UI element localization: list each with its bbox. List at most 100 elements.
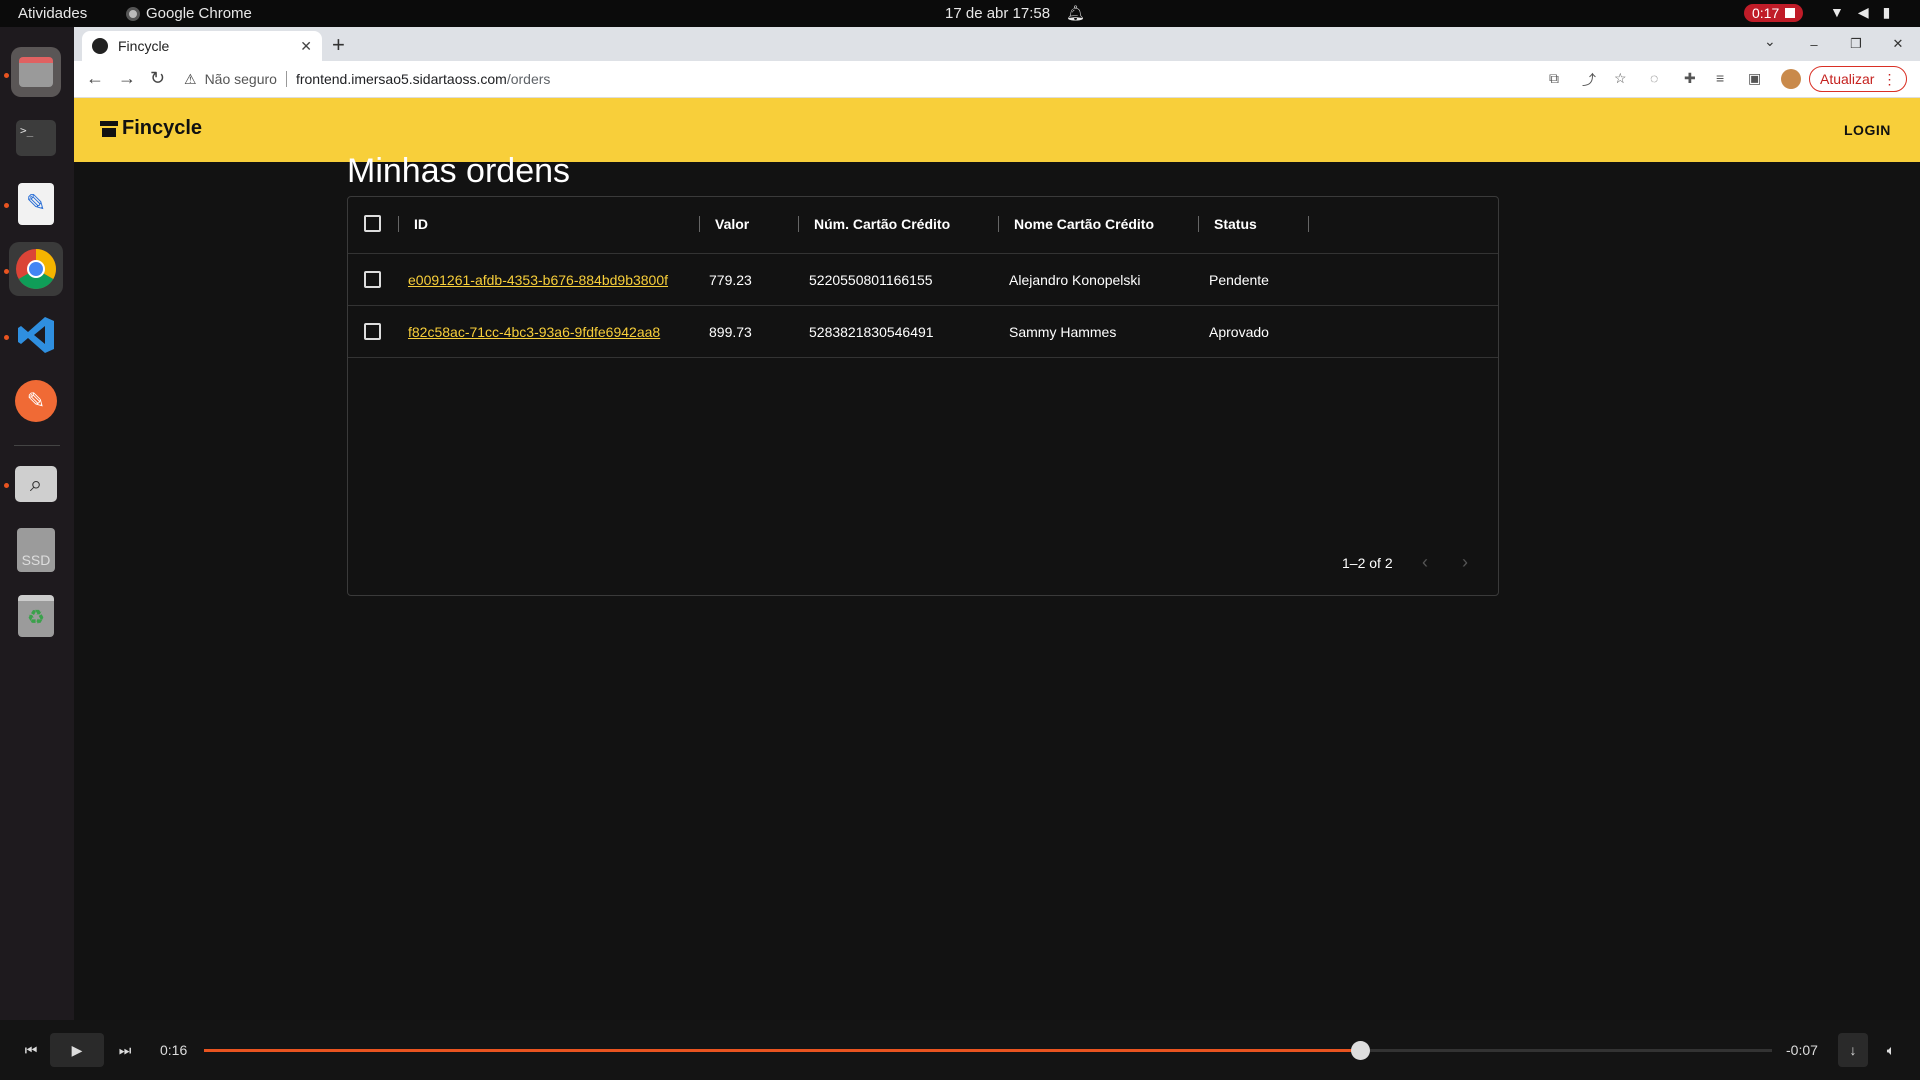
insomnia-icon[interactable]: ✎ — [11, 376, 61, 426]
new-tab-icon[interactable]: + — [332, 32, 345, 58]
grid-header: ID Valor Núm. Cartão Crédito Nome Cartão… — [348, 197, 1498, 253]
grid-footer: 1–2 of 2 ‹ › — [348, 546, 1498, 596]
column-header-card-number[interactable]: Núm. Cartão Crédito — [814, 216, 950, 232]
previous-page-icon[interactable]: ‹ — [1422, 552, 1428, 573]
recording-time: 0:17 — [1752, 5, 1780, 21]
row-checkbox[interactable] — [364, 323, 381, 340]
select-all-checkbox[interactable] — [364, 215, 381, 232]
back-icon[interactable]: ← — [86, 68, 104, 89]
video-player-controls: ⏮ ▶ ⏭ 0:16 -0:07 ↓ 🔈︎ — [0, 1020, 1920, 1080]
text-editor-icon[interactable]: ✎ — [11, 179, 61, 229]
share-icon[interactable]: ⤴ — [1582, 70, 1596, 90]
more-menu-icon[interactable]: ⋮ — [1882, 71, 1896, 88]
running-indicator — [4, 203, 9, 208]
profile-avatar[interactable] — [1781, 69, 1801, 89]
media-queue-icon[interactable]: ≡ — [1716, 70, 1724, 86]
column-separator[interactable] — [998, 216, 999, 232]
remaining-time: -0:07 — [1786, 1042, 1818, 1058]
tab-search-chevron-icon[interactable]: ⌄ — [1764, 33, 1776, 50]
browser-tab[interactable]: Fincycle ✕ — [82, 31, 322, 61]
bookmark-star-icon[interactable]: ☆ — [1614, 70, 1627, 87]
tab-favicon-icon — [92, 38, 108, 54]
column-separator[interactable] — [1198, 216, 1199, 232]
orders-data-grid: ID Valor Núm. Cartão Crédito Nome Cartão… — [347, 196, 1499, 596]
terminal-icon[interactable]: >_ — [11, 113, 61, 163]
table-row[interactable]: f82c58ac-71cc-4bc3-93a6-9fdfe6942aa8 899… — [348, 305, 1498, 357]
order-valor: 779.23 — [709, 272, 752, 288]
wifi-icon: ▼ — [1830, 4, 1844, 20]
order-status: Pendente — [1209, 272, 1269, 288]
column-header-id[interactable]: ID — [414, 216, 428, 232]
chrome-logo-icon — [16, 249, 56, 289]
update-chrome-button[interactable]: Atualizar ⋮ — [1809, 66, 1908, 92]
files-icon[interactable] — [11, 47, 61, 97]
order-card-name: Sammy Hammes — [1009, 324, 1117, 340]
update-label: Atualizar — [1820, 71, 1875, 87]
side-panel-icon[interactable]: ▣ — [1748, 70, 1761, 87]
column-separator[interactable] — [1308, 216, 1309, 232]
forward-icon[interactable]: → — [118, 68, 136, 89]
skip-back-icon[interactable]: ⏮ — [14, 1033, 48, 1067]
chrome-icon[interactable] — [9, 242, 63, 296]
store-icon — [100, 120, 118, 137]
window-controls: – ❐ ✕ — [1804, 34, 1908, 54]
order-id-link[interactable]: e0091261-afdb-4353-b676-884bd9b3800f — [408, 272, 668, 288]
order-status: Aprovado — [1209, 324, 1269, 340]
row-checkbox[interactable] — [364, 271, 381, 288]
activities-button[interactable]: Atividades — [18, 5, 87, 22]
running-indicator — [4, 335, 9, 340]
elapsed-time: 0:16 — [160, 1042, 188, 1058]
play-icon[interactable]: ▶ — [50, 1033, 104, 1067]
screen-recording-indicator[interactable]: 0:17 — [1744, 4, 1804, 22]
order-card-number: 5283821830546491 — [809, 324, 934, 340]
chrome-window: Fincycle ✕ + ⌄ – ❐ ✕ ← → ↻ ⚠ Não seguro … — [74, 27, 1920, 1020]
brand-logo[interactable]: Fincycle — [100, 117, 202, 140]
translate-icon[interactable]: ⧉ — [1549, 70, 1559, 87]
volume-mute-icon[interactable]: 🔈︎ — [1876, 1033, 1906, 1067]
pagination-info: 1–2 of 2 — [1342, 555, 1393, 571]
url-host: frontend.imersao5.sidartaoss.com — [295, 71, 507, 87]
column-header-card-name[interactable]: Nome Cartão Crédito — [1014, 216, 1154, 232]
column-header-status[interactable]: Status — [1214, 216, 1257, 232]
table-row[interactable]: e0091261-afdb-4353-b676-884bd9b3800f 779… — [348, 253, 1498, 305]
warning-icon: ⚠ — [184, 70, 197, 87]
ssd-drive-icon[interactable]: SSD — [11, 525, 61, 575]
seek-handle[interactable] — [1350, 1041, 1370, 1060]
restore-icon[interactable]: ❐ — [1846, 34, 1866, 54]
extension-circle-icon[interactable]: ◌ — [1650, 70, 1658, 86]
column-header-valor[interactable]: Valor — [715, 216, 749, 232]
skip-forward-icon[interactable]: ⏭ — [108, 1033, 142, 1067]
tab-strip: Fincycle ✕ + ⌄ – ❐ ✕ — [74, 27, 1920, 61]
browser-toolbar: ← → ↻ ⚠ Não seguro frontend.imersao5.sid… — [74, 61, 1920, 98]
trash-icon[interactable]: ♻ — [11, 591, 61, 641]
page-title: Minhas ordens — [347, 152, 571, 190]
app-menu-label: Google Chrome — [146, 5, 252, 22]
playlist-icon[interactable]: ↓ — [1838, 1033, 1868, 1067]
column-separator[interactable] — [798, 216, 799, 232]
seek-bar[interactable] — [204, 1041, 1772, 1060]
clock[interactable]: 17 de abr 17:58 — [945, 5, 1050, 22]
image-viewer-icon[interactable]: ⌕ — [11, 459, 61, 509]
volume-icon: ◀ — [1857, 4, 1869, 20]
running-indicator — [4, 73, 9, 78]
row-divider — [348, 357, 1498, 358]
column-separator[interactable] — [699, 216, 700, 232]
next-page-icon[interactable]: › — [1462, 552, 1468, 573]
order-id-link[interactable]: f82c58ac-71cc-4bc3-93a6-9fdfe6942aa8 — [408, 324, 660, 340]
app-menu[interactable]: Google Chrome — [126, 5, 252, 22]
vscode-icon[interactable] — [11, 310, 61, 360]
close-window-icon[interactable]: ✕ — [1888, 34, 1908, 54]
brand-name: Fincycle — [122, 117, 203, 139]
column-separator — [398, 216, 399, 232]
login-button[interactable]: LOGIN — [1844, 122, 1891, 138]
close-tab-icon[interactable]: ✕ — [300, 38, 312, 55]
extensions-puzzle-icon[interactable]: ✚ — [1684, 70, 1696, 87]
reload-icon[interactable]: ↻ — [150, 68, 165, 89]
address-bar[interactable]: ⚠ Não seguro frontend.imersao5.sidartaos… — [184, 65, 550, 93]
system-tray[interactable]: ▼ ◀ ▮ — [1830, 4, 1890, 21]
address-divider — [285, 71, 287, 87]
security-label[interactable]: Não seguro — [205, 71, 277, 87]
running-indicator — [4, 483, 9, 488]
ubuntu-dock: >_ ✎ ✎ ⌕ SSD ♻ — [0, 27, 74, 1020]
minimize-icon[interactable]: – — [1804, 34, 1824, 54]
